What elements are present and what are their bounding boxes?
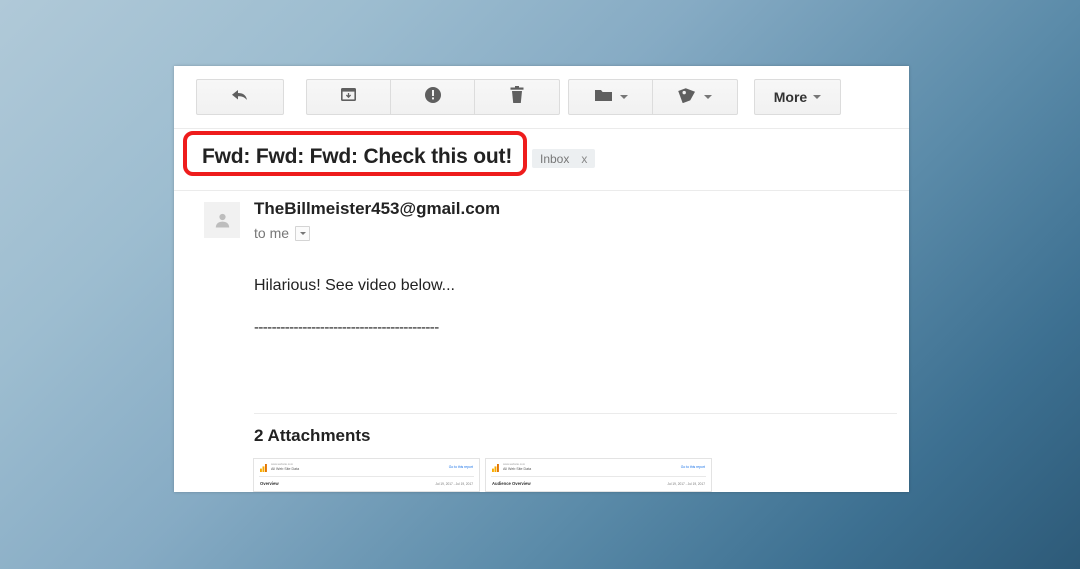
analytics-icon — [260, 464, 267, 472]
attachment-title: Overview — [260, 481, 279, 486]
body-text: Hilarious! See video below... — [254, 277, 455, 294]
attachment-property: All Web Site Data — [271, 467, 300, 471]
attachments-divider — [254, 413, 897, 414]
label-chip-remove-icon[interactable]: x — [581, 152, 587, 166]
sender-address: TheBillmeister453@gmail.com — [254, 199, 501, 218]
attachment-thumbnail[interactable]: www.website.com All Web Site Data Go to … — [253, 458, 480, 492]
email-subject: Fwd: Fwd: Fwd: Check this out! — [202, 145, 513, 168]
archive-box-icon — [340, 86, 357, 108]
attachment-rule — [259, 476, 474, 477]
exclamation-circle-icon — [424, 86, 442, 109]
archive-button[interactable] — [307, 80, 391, 114]
attachment-date-range: Jul 19, 2017 - Jul 19, 2017 — [667, 482, 705, 486]
chevron-down-icon — [813, 95, 822, 99]
message-toolbar: More — [174, 66, 909, 129]
body-divider-text: ----------------------------------------… — [254, 319, 439, 336]
attachment-title: Audience Overview — [492, 481, 531, 486]
recipient-details-toggle[interactable] — [295, 225, 311, 241]
move-to-button[interactable] — [569, 80, 653, 114]
avatar — [204, 202, 240, 238]
attachment-report-link[interactable]: Go to this report — [449, 465, 473, 469]
attachment-rule — [491, 476, 706, 477]
recipient-label: to me — [254, 225, 290, 241]
moveto-labels-group — [568, 79, 738, 115]
attachment-account: www.website.com — [271, 463, 294, 466]
analytics-icon — [492, 464, 499, 472]
attachment-date-range: Jul 19, 2017 - Jul 19, 2017 — [435, 482, 473, 486]
trash-can-icon — [509, 85, 525, 109]
person-icon — [215, 213, 229, 227]
label-chip-text: Inbox — [540, 151, 570, 166]
attachment-report-link[interactable]: Go to this report — [681, 465, 705, 469]
subject-row: Fwd: Fwd: Fwd: Check this out! Inbox x — [174, 129, 909, 191]
gmail-message-panel: More Fwd: Fwd: Fwd: Check this out! Inbo… — [174, 66, 909, 492]
tag-icon — [678, 86, 697, 108]
folder-icon — [594, 87, 613, 108]
attachment-account: www.website.com — [503, 463, 526, 466]
report-spam-button[interactable] — [391, 80, 475, 114]
message-body: Hilarious! See video below... ----------… — [174, 253, 909, 336]
message-header: TheBillmeister453@gmail.com to me — [174, 191, 909, 253]
label-chip-inbox[interactable]: Inbox x — [532, 149, 596, 168]
recipient-row: to me — [254, 225, 311, 241]
attachment-property: All Web Site Data — [503, 467, 532, 471]
more-button[interactable]: More — [754, 79, 841, 115]
attachment-thumbnail[interactable]: www.website.com All Web Site Data Go to … — [485, 458, 712, 492]
attachments-row: www.website.com All Web Site Data Go to … — [253, 458, 712, 492]
chevron-down-icon — [619, 95, 628, 99]
more-button-label: More — [773, 89, 808, 105]
reply-button[interactable] — [196, 79, 284, 115]
labels-button[interactable] — [653, 80, 737, 114]
attachments-heading: 2 Attachments — [254, 426, 371, 445]
archive-spam-delete-group — [306, 79, 560, 115]
reply-arrow-icon — [230, 87, 250, 108]
chevron-down-icon — [704, 95, 712, 99]
delete-button[interactable] — [475, 80, 559, 114]
